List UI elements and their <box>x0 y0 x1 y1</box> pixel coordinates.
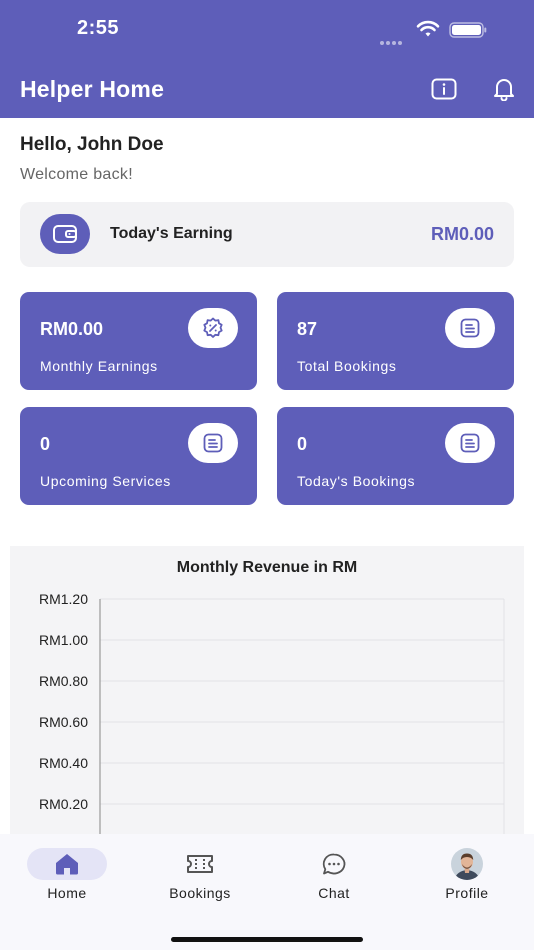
nav-bookings[interactable]: Bookings <box>145 846 255 906</box>
upcoming-services-card[interactable]: 0 Upcoming Services <box>20 407 257 505</box>
nav-chat-label: Chat <box>318 885 350 901</box>
y-tick-label: RM0.80 <box>39 673 88 689</box>
document-list-icon <box>460 433 480 453</box>
chat-bubble-icon <box>322 853 346 875</box>
todays-bookings-label: Today's Bookings <box>297 473 416 489</box>
upcoming-services-label: Upcoming Services <box>40 473 171 489</box>
app-header: 2:55 Helper Home <box>0 0 534 118</box>
nav-home-icon-wrap <box>27 848 107 880</box>
welcome-text: Welcome back! <box>20 166 133 183</box>
todays-earning-value: RM0.00 <box>430 224 494 244</box>
notifications-button[interactable] <box>490 76 518 102</box>
total-bookings-card[interactable]: 87 Total Bookings <box>277 292 514 390</box>
bell-icon <box>494 79 514 101</box>
total-bookings-label: Total Bookings <box>297 358 397 374</box>
page-title: Helper Home <box>20 76 165 102</box>
nav-chat-icon-wrap <box>294 848 374 880</box>
wallet-icon <box>53 225 77 243</box>
total-bookings-value: 87 <box>297 319 318 339</box>
wifi-icon <box>416 20 440 37</box>
todays-earning-label: Today's Earning <box>110 225 233 242</box>
battery-icon <box>449 22 487 38</box>
monthly-earnings-icon-circle <box>188 308 238 348</box>
info-icon <box>431 78 457 100</box>
monthly-earnings-label: Monthly Earnings <box>40 358 158 374</box>
monthly-earnings-value: RM0.00 <box>40 319 104 339</box>
nav-chat[interactable]: Chat <box>279 846 389 906</box>
nav-profile-icon-wrap <box>427 848 507 880</box>
ticket-icon <box>187 855 213 873</box>
y-tick-label: RM1.20 <box>39 591 88 607</box>
home-icon <box>56 854 78 875</box>
document-list-icon <box>203 433 223 453</box>
chart-title: Monthly Revenue in RM <box>176 559 358 576</box>
nav-home[interactable]: Home <box>12 846 122 906</box>
y-tick-label: RM1.00 <box>39 632 88 648</box>
todays-bookings-icon-circle <box>445 423 495 463</box>
info-button[interactable] <box>430 76 458 102</box>
discount-badge-icon <box>203 317 223 338</box>
nav-home-label: Home <box>47 885 87 901</box>
y-tick-label: RM0.40 <box>39 755 88 771</box>
nav-profile-label: Profile <box>445 885 489 901</box>
wallet-icon-circle <box>40 214 90 254</box>
signal-dots-icon <box>380 32 406 45</box>
total-bookings-icon-circle <box>445 308 495 348</box>
y-tick-label: RM0.60 <box>39 714 88 730</box>
todays-bookings-value: 0 <box>297 434 308 454</box>
status-time: 2:55 <box>77 17 120 39</box>
upcoming-services-icon-circle <box>188 423 238 463</box>
avatar-icon <box>451 848 483 880</box>
todays-earning-card: Today's Earning RM0.00 <box>20 202 514 267</box>
greeting-text: Hello, John Doe <box>20 134 164 155</box>
revenue-chart: RM1.20 RM1.00 RM0.80 RM0.60 RM0.40 RM0.20 <box>39 591 505 834</box>
upcoming-services-value: 0 <box>40 434 51 454</box>
home-indicator <box>171 937 363 942</box>
nav-bookings-icon-wrap <box>160 848 240 880</box>
nav-bookings-label: Bookings <box>169 885 231 901</box>
bottom-navigation: Home Bookings Chat Profile <box>0 834 534 950</box>
todays-bookings-card[interactable]: 0 Today's Bookings <box>277 407 514 505</box>
y-tick-label: RM0.20 <box>39 796 88 812</box>
document-list-icon <box>460 318 480 338</box>
nav-profile[interactable]: Profile <box>412 846 522 906</box>
monthly-earnings-card[interactable]: RM0.00 Monthly Earnings <box>20 292 257 390</box>
